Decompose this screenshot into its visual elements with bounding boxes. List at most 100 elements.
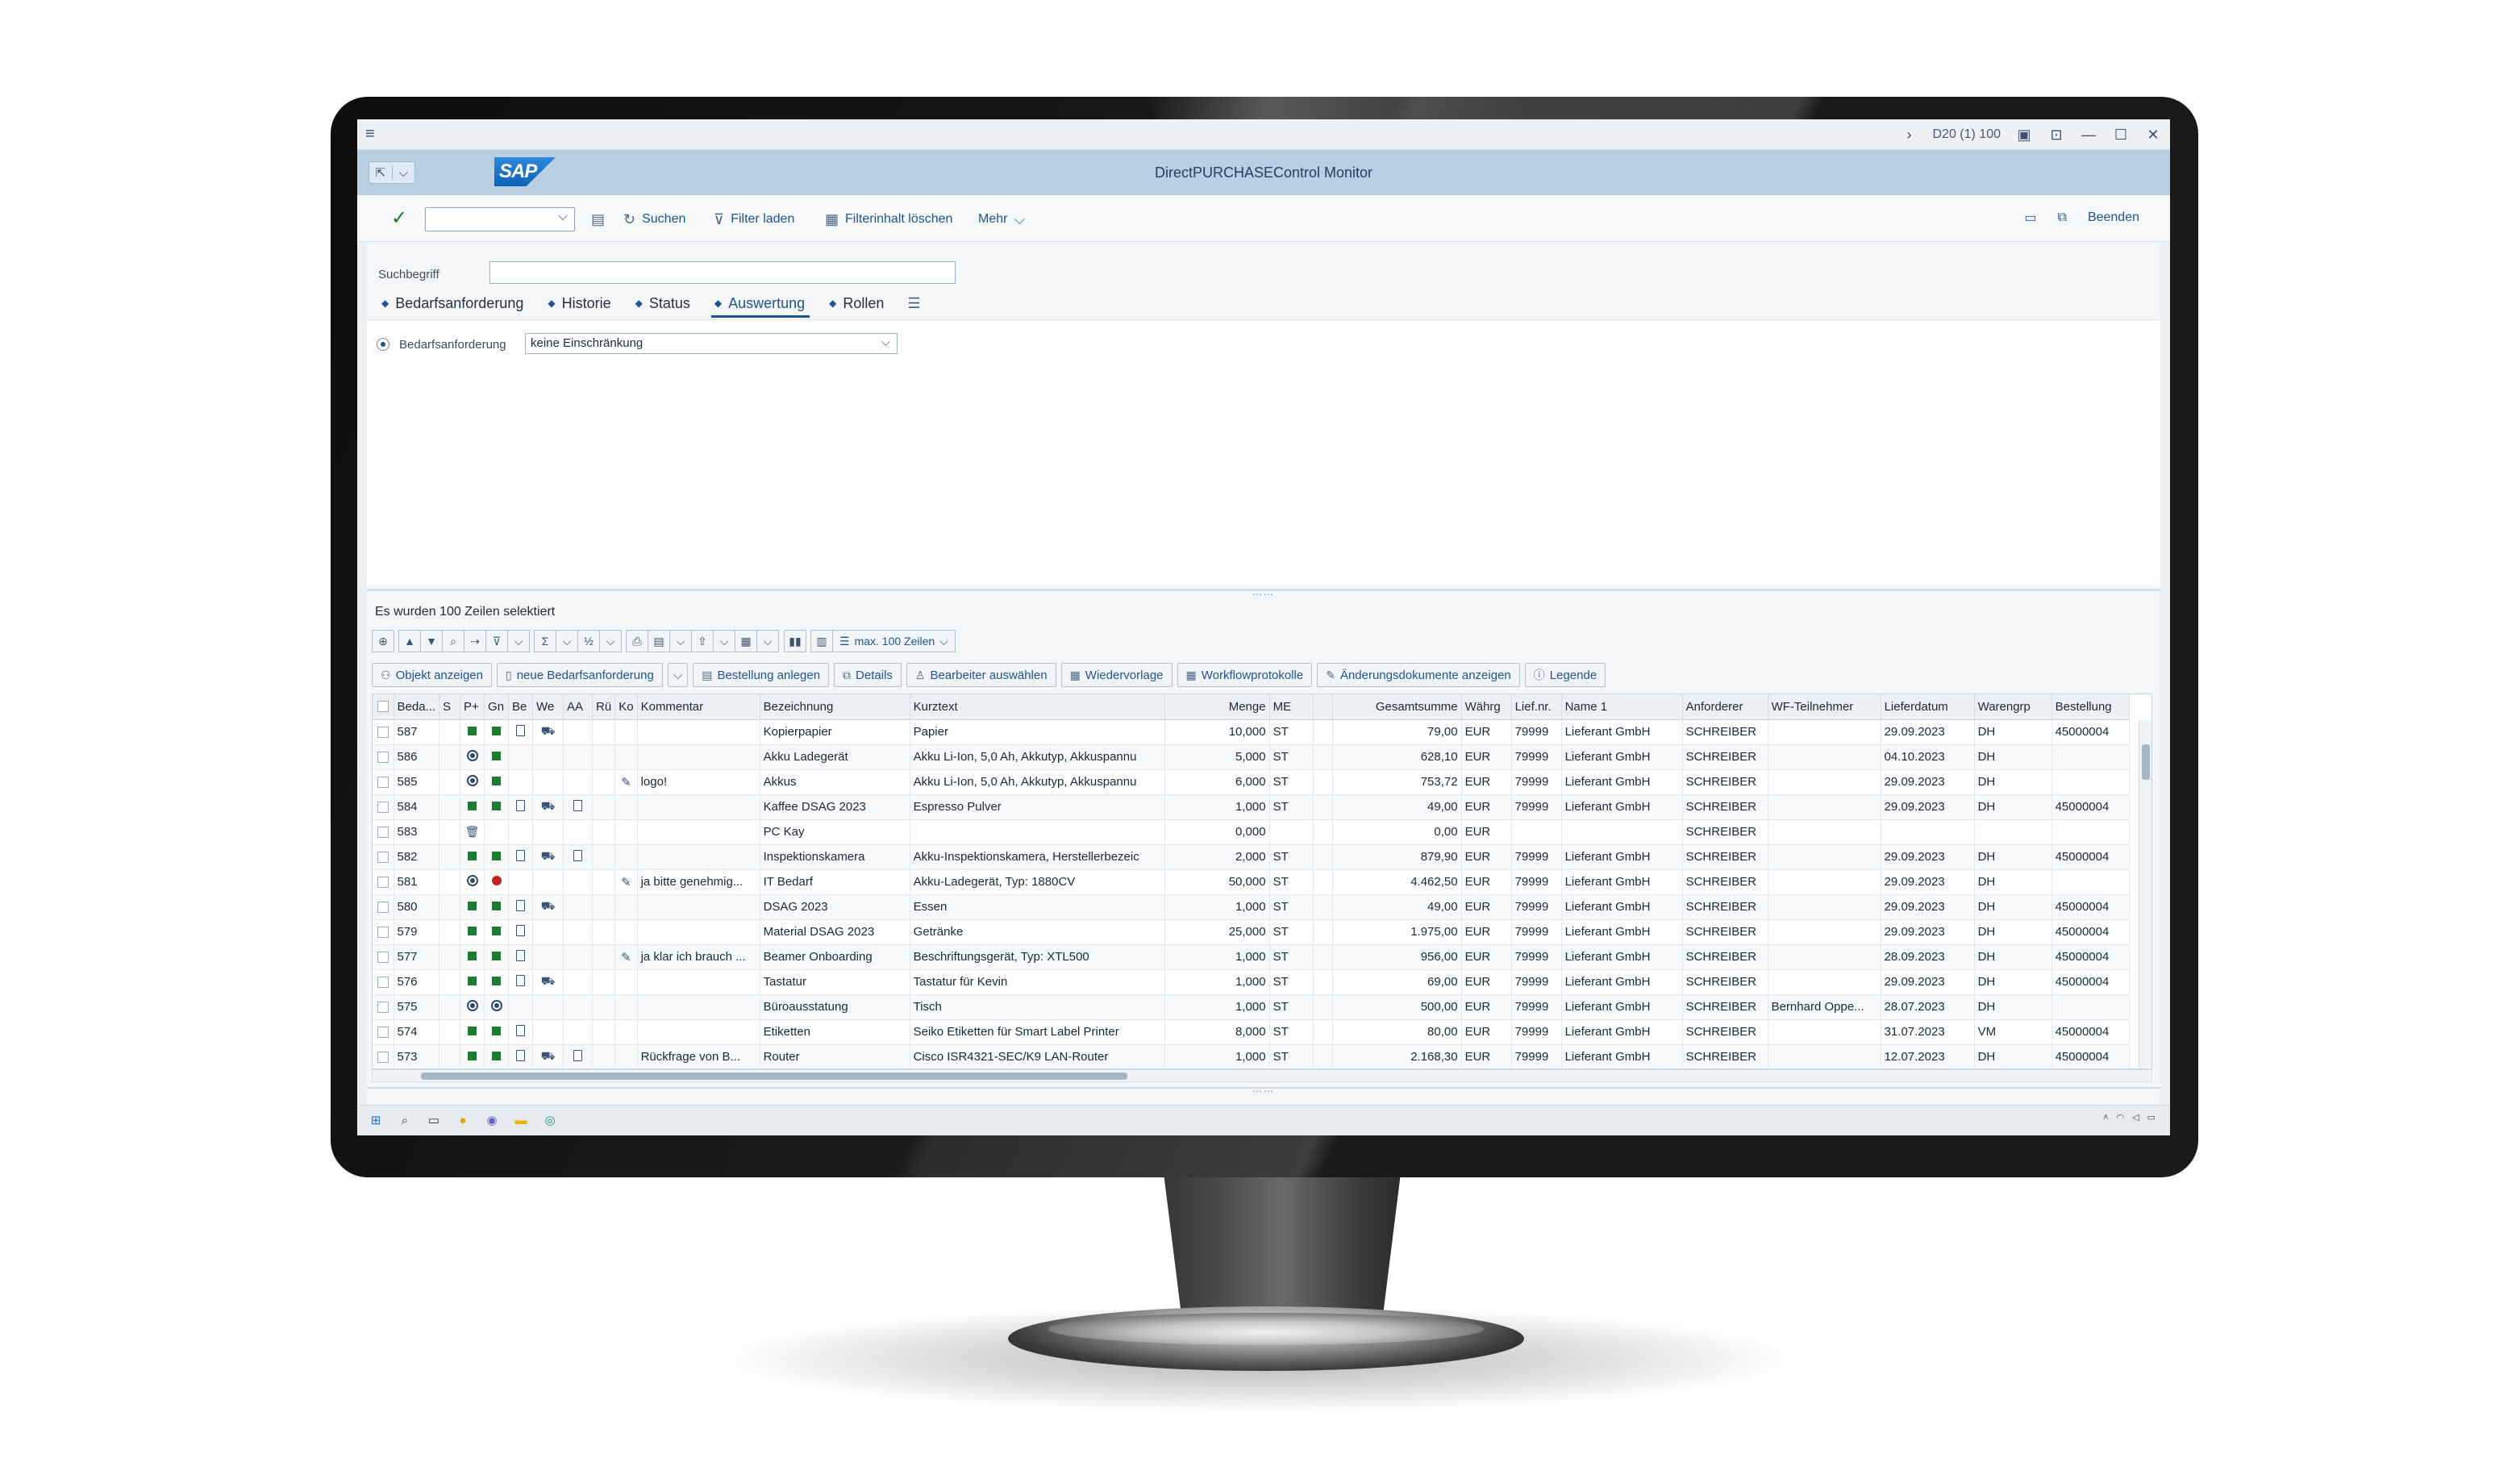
chevron-down-icon[interactable]: ⌵ — [756, 630, 779, 652]
priority-cell[interactable] — [460, 869, 485, 895]
splitter-handle[interactable]: ⋯⋯ — [367, 589, 2160, 600]
vertical-scrollbar[interactable] — [2139, 720, 2151, 1069]
action-button-bearbeiter-auswählen[interactable]: ♙ Bearbeiter auswählen — [906, 663, 1056, 687]
tab-rollen[interactable]: ◆ Rollen — [821, 289, 900, 318]
column-header[interactable]: Bestellung — [2051, 694, 2130, 720]
horizontal-scrollbar[interactable] — [372, 1069, 2152, 1082]
column-header[interactable]: Name 1 — [1561, 694, 1683, 720]
comment-flag-cell[interactable]: ✎ — [614, 769, 638, 795]
priority-cell[interactable] — [460, 844, 485, 870]
menu-dropdown[interactable]: ⇱ ⌵ — [369, 161, 415, 184]
column-header[interactable]: Beda... — [394, 694, 440, 720]
action-button-details[interactable]: ⧉ Details — [834, 663, 902, 687]
order-cell[interactable] — [508, 794, 534, 820]
order-cell[interactable] — [508, 719, 534, 745]
table-row[interactable]: 576 ⛟ Tastatur Tastatur für Kevin 1,000 ST 69,… — [373, 969, 2130, 995]
table-row[interactable]: 579 Material DSAG 2023 Getränke 25,000 ST 1.9… — [373, 919, 2130, 945]
column-header[interactable]: Bezeichnung — [760, 694, 910, 720]
minimize-icon[interactable]: — — [2080, 126, 2097, 144]
weather-icon[interactable]: ● — [454, 1111, 472, 1129]
column-header[interactable]: WF-Teilnehmer — [1768, 694, 1881, 720]
action-button-wiedervorlage[interactable]: ▦ Wiedervorlage — [1060, 663, 1173, 687]
column-header[interactable]: Anforderer — [1682, 694, 1768, 720]
priority-cell[interactable] — [460, 719, 485, 745]
table-row[interactable]: 581 ✎ ja bitte genehmig... IT Bedarf Akku-La… — [373, 869, 2130, 895]
approval-cell[interactable] — [484, 944, 510, 970]
confirm-check-icon[interactable]: ✓ — [391, 206, 407, 230]
exit-button[interactable]: Beenden — [2088, 210, 2139, 225]
chevron-right-icon[interactable]: › — [1901, 126, 1918, 144]
search-button[interactable]: ↻ Suchen — [623, 210, 685, 229]
sort-ascending-icon[interactable]: ▲ — [398, 630, 421, 652]
column-header[interactable]: Gn — [484, 694, 510, 720]
approval-cell[interactable] — [484, 894, 510, 920]
approval-cell[interactable] — [484, 719, 510, 745]
action-button-objekt-anzeigen[interactable]: ⚇ Objekt anzeigen — [372, 663, 492, 687]
row-checkbox[interactable] — [373, 719, 394, 745]
approval-cell[interactable] — [484, 844, 510, 870]
subtotal-icon[interactable]: ½ — [577, 630, 600, 652]
column-header[interactable]: Warengrp — [1974, 694, 2052, 720]
approval-cell[interactable] — [484, 869, 510, 895]
priority-cell[interactable] — [460, 1019, 485, 1045]
tab-historie[interactable]: ◆ Historie — [539, 289, 627, 318]
priority-cell[interactable] — [460, 969, 485, 995]
row-checkbox[interactable] — [373, 794, 394, 820]
table-row[interactable]: 573 ⛟ Rückfrage von B... Router Cisco ISR432… — [373, 1044, 2130, 1069]
priority-cell[interactable] — [460, 1044, 485, 1069]
approval-cell[interactable] — [484, 769, 510, 795]
table-row[interactable]: 580 ⛟ DSAG 2023 Essen 1,000 ST 49,00 EUR 79999 Li… — [373, 894, 2130, 920]
action-button-bestellung-anlegen[interactable]: ▤ Bestellung anlegen — [693, 663, 830, 687]
goods-receipt-cell[interactable]: ⛟ — [532, 894, 564, 920]
row-checkbox[interactable] — [373, 919, 394, 945]
max-rows-dropdown[interactable]: ☰ max. 100 Zeilen ⌵ — [832, 630, 956, 652]
row-checkbox[interactable] — [373, 1019, 394, 1045]
column-header[interactable]: AA — [563, 694, 594, 720]
goods-receipt-cell[interactable]: ⛟ — [532, 1044, 564, 1069]
row-checkbox[interactable] — [373, 769, 394, 795]
chevron-down-icon[interactable]: ⌵ — [599, 630, 622, 652]
find-next-icon[interactable]: ⇢ — [464, 630, 486, 652]
table-row[interactable]: 586 Akku Ladegerät Akku Li-Ion, 5,0 Ah, Ak… — [373, 744, 2130, 770]
filter-load-button[interactable]: ⊽ Filter laden — [714, 210, 794, 229]
chevron-down-icon[interactable]: ⌵ — [669, 630, 692, 652]
speaker-icon[interactable]: ◁ — [2132, 1112, 2139, 1123]
priority-cell[interactable] — [460, 944, 485, 970]
export-icon[interactable]: ⇪ — [691, 630, 714, 652]
table-row[interactable]: 583 🗑 PC Kay 0,000 0,00 EUR SCHREIBER — [373, 819, 2130, 845]
column-header[interactable]: Lief.nr. — [1511, 694, 1562, 720]
command-field[interactable] — [425, 207, 575, 231]
row-checkbox[interactable] — [373, 894, 394, 920]
approval-cell[interactable] — [484, 919, 510, 945]
priority-cell[interactable] — [460, 769, 485, 795]
column-header[interactable]: Be — [508, 694, 534, 720]
goods-receipt-cell[interactable]: ⛟ — [532, 969, 564, 995]
splitter-handle-bottom[interactable]: ⋯⋯ — [367, 1085, 2160, 1097]
chevron-down-icon[interactable]: ⌵ — [556, 630, 578, 652]
table-row[interactable]: 577 ✎ ja klar ich brauch ... Beamer Onboard… — [373, 944, 2130, 970]
column-header[interactable]: Gesamtsumme — [1332, 694, 1462, 720]
windows-start-icon[interactable]: ⊞ — [367, 1111, 385, 1129]
tab-status[interactable]: ◆ Status — [627, 289, 706, 318]
goods-receipt-cell[interactable]: ⛟ — [532, 719, 564, 745]
order-cell[interactable] — [508, 844, 534, 870]
columns-icon[interactable]: ▥ — [810, 630, 833, 652]
sort-descending-icon[interactable]: ▼ — [420, 630, 443, 652]
column-header[interactable]: Kurztext — [910, 694, 1165, 720]
column-header[interactable]: ME — [1269, 694, 1314, 720]
comment-flag-cell[interactable]: ✎ — [614, 944, 638, 970]
chevron-down-icon[interactable]: ⌵ — [507, 630, 530, 652]
row-checkbox[interactable] — [373, 994, 394, 1020]
browser-icon[interactable]: ◎ — [541, 1111, 559, 1129]
row-checkbox[interactable] — [373, 1044, 394, 1069]
order-cell[interactable] — [508, 944, 534, 970]
goods-receipt-cell[interactable]: ⛟ — [532, 844, 564, 870]
row-checkbox[interactable] — [373, 819, 394, 845]
select-all-checkbox[interactable] — [373, 694, 394, 720]
filter-select[interactable]: keine Einschränkung — [525, 333, 898, 354]
aa-cell[interactable] — [563, 1044, 594, 1069]
table-row[interactable]: 575 Büroausstatung Tisch 1,000 ST 500,00 EUR 79… — [373, 994, 2130, 1020]
folder-icon[interactable]: ▬ — [512, 1111, 530, 1129]
maximize-icon[interactable]: ☐ — [2112, 126, 2130, 144]
find-icon[interactable]: ⌕ — [442, 630, 464, 652]
